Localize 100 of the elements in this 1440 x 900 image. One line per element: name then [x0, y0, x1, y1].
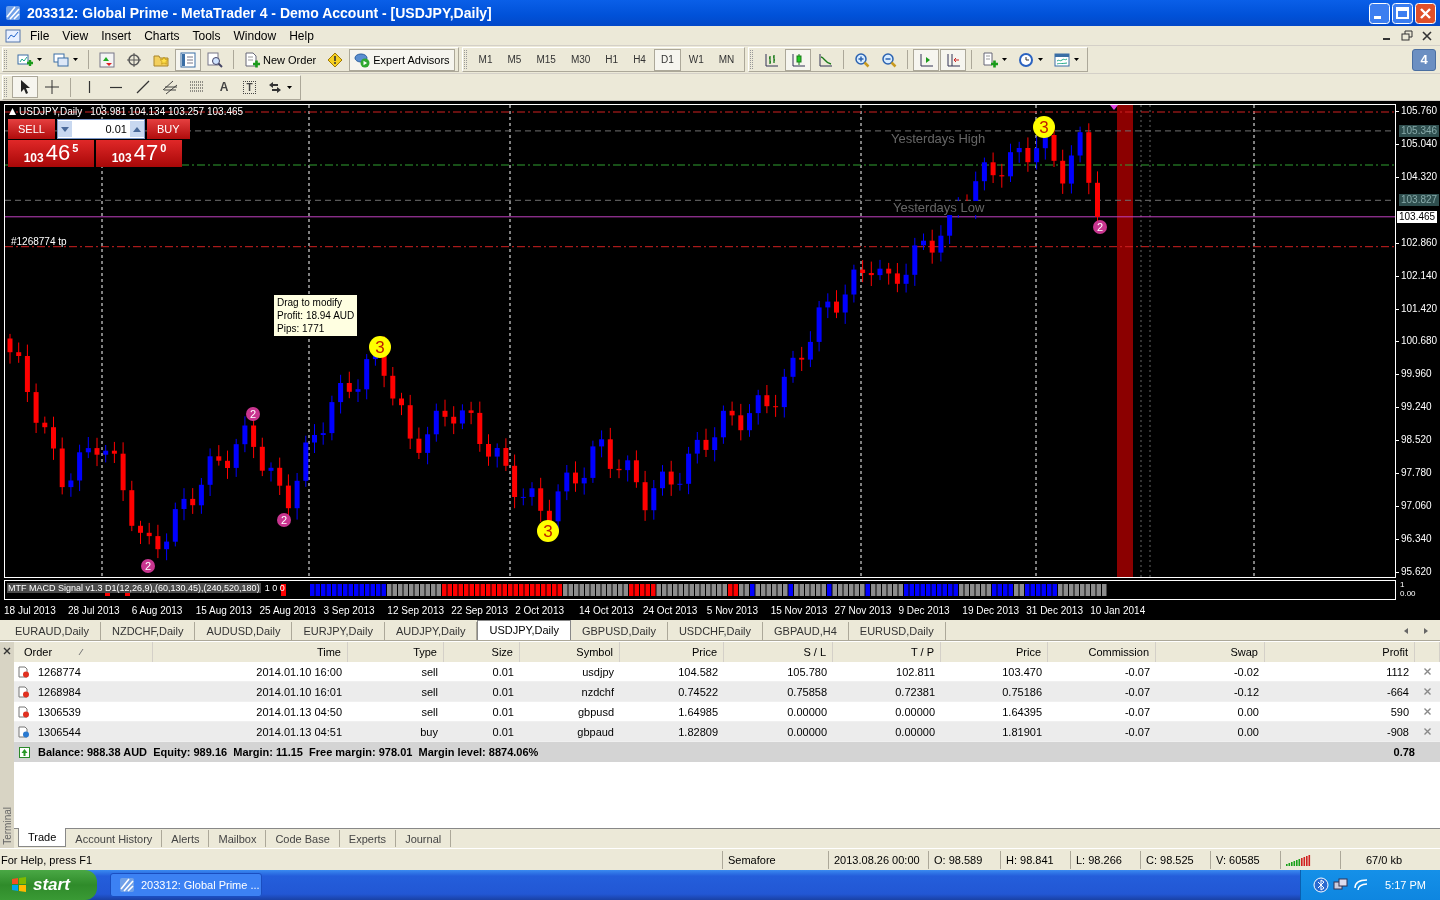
column-header[interactable]: Time [153, 642, 348, 662]
app-icon [5, 5, 21, 21]
table-cell-text: 0.00 [1236, 705, 1260, 718]
timeframe-button[interactable]: M1 [471, 48, 500, 71]
chart-tab[interactable]: USDJPY,Daily [477, 620, 571, 640]
decrease-icon[interactable] [57, 121, 72, 137]
column-header[interactable]: Commission [1048, 642, 1156, 662]
cursor-button[interactable] [12, 76, 38, 98]
date-label: 25 Aug 2013 [259, 604, 317, 616]
status-text: L: 98.266 [1070, 850, 1140, 869]
close-button[interactable] [1415, 2, 1436, 24]
chart-tab[interactable]: GBPAUD,H4 [763, 622, 849, 640]
price-tag: 103.827 [1399, 194, 1440, 206]
timeframe-button[interactable]: M30 [563, 48, 598, 71]
scroll-left-icon[interactable] [1402, 627, 1410, 635]
sell-button[interactable]: SELL [8, 119, 55, 139]
taskbar-button[interactable]: 203312: Global Prime ... [110, 873, 262, 897]
bluetooth-icon[interactable] [1313, 877, 1330, 893]
tooltip: Drag to modify Profit: 18.94 AUD Pips: 1771 [273, 294, 359, 337]
timeframe-button[interactable]: M15 [529, 48, 563, 71]
warning-icon [327, 51, 344, 68]
text-tool-button[interactable]: A [211, 76, 237, 98]
menu-item[interactable]: Window [228, 28, 285, 43]
terminal-tab[interactable]: Code Base [266, 830, 340, 847]
scroll-right-icon[interactable] [1422, 627, 1430, 635]
close-icon[interactable] [1420, 28, 1434, 43]
terminal-tab[interactable]: Trade [18, 828, 67, 847]
timeframe-button[interactable]: H1 [598, 48, 626, 71]
table-cell-text: 1.64395 [1001, 705, 1043, 718]
caret-icon [287, 85, 292, 89]
terminal-tab[interactable]: Account History [66, 830, 163, 847]
timeframe-button[interactable]: M5 [500, 48, 529, 71]
autoscroll-button[interactable] [913, 48, 940, 71]
expert-advisors-button[interactable]: Expert Advisors [349, 48, 455, 71]
timeframe-button[interactable]: W1 [681, 48, 711, 71]
terminal-tab[interactable]: Mailbox [209, 830, 267, 847]
price-line[interactable] [5, 111, 1395, 113]
date-label: 10 Jan 2014 [1090, 604, 1147, 616]
chart-tab[interactable]: USDCHF,Daily [667, 622, 764, 640]
sell-price-button[interactable]: 10346$^{5}$ [8, 140, 94, 167]
wireless-icon[interactable] [1353, 877, 1370, 893]
level-label: Yesterdays Low [893, 201, 985, 215]
timeframe-button[interactable]: H4 [626, 48, 653, 71]
buy-button[interactable]: BUY [146, 119, 190, 139]
lot-size-field[interactable]: 0.01 [56, 119, 145, 139]
menu-item[interactable]: Charts [139, 28, 188, 43]
signal-marker: 2 [141, 559, 155, 573]
terminal-tab[interactable]: Alerts [162, 830, 210, 847]
signal-marker: 2 [246, 407, 260, 421]
crosshair-icon [126, 51, 142, 68]
column-header[interactable]: S / L [724, 642, 833, 662]
column-header[interactable]: T / P [833, 642, 941, 662]
connection-bars-icon [1286, 853, 1312, 866]
channel-icon [162, 79, 178, 95]
network-icon[interactable] [1333, 877, 1350, 893]
timeframe-button[interactable]: D1 [653, 48, 681, 71]
label-tool-button[interactable]: T [238, 76, 261, 98]
column-header[interactable]: Symbol [520, 642, 620, 662]
table-row[interactable]: 1268984 2014.01.10 16:01 sell 0.01 nzdchf 0.74522 0.75858 0.72381 0.75186 -0.07 -0.12 -664 [14, 682, 1440, 702]
table-cell-text: -908 [1385, 725, 1410, 738]
terminal-tab[interactable]: Experts [339, 830, 397, 847]
document-plus-button[interactable]: New Order [239, 48, 322, 71]
start-button[interactable]: start [0, 870, 97, 900]
restore-icon[interactable] [1400, 28, 1414, 43]
buy-price-button[interactable]: 10347$^{0}$ [96, 140, 182, 167]
minimize-button[interactable] [1369, 2, 1390, 24]
chart-tab[interactable]: EURUSD,Daily [848, 622, 946, 640]
panel-button[interactable] [175, 48, 201, 71]
chart-tab[interactable]: EURJPY,Daily [292, 622, 385, 640]
column-header[interactable]: Order [24, 642, 53, 662]
chart-tab[interactable]: NZDCHF,Daily [100, 622, 196, 640]
column-header[interactable]: Type [348, 642, 444, 662]
maximize-button[interactable] [1392, 2, 1413, 24]
order-icon [18, 725, 30, 738]
column-header[interactable]: Swap [1156, 642, 1265, 662]
chart-tab[interactable]: EURAUD,Daily [4, 622, 101, 640]
timeframe-button[interactable]: MN [711, 48, 742, 71]
date-label: 15 Nov 2013 [770, 604, 829, 616]
table-row[interactable]: 1306544 2014.01.13 04:51 buy 0.01 gbpaud 1.82809 0.00000 0.00000 1.81901 -0.07 0.00 -908 [14, 722, 1440, 742]
panel-icon [180, 51, 196, 68]
column-header[interactable]: Price [620, 642, 724, 662]
market-watch-icon [99, 51, 115, 68]
menu-item[interactable]: Tools [187, 28, 229, 43]
chart-shift-button[interactable] [940, 48, 967, 71]
scale-label: 0.00 [1400, 589, 1417, 598]
column-header[interactable]: Price [941, 642, 1048, 662]
column-header[interactable]: Size [444, 642, 520, 662]
terminal-tab[interactable]: Journal [396, 830, 452, 847]
menu-item[interactable]: File [25, 28, 58, 43]
chart-tab[interactable]: AUDUSD,Daily [195, 622, 293, 640]
column-header[interactable]: Profit [1265, 642, 1415, 662]
menu-item[interactable]: Insert [96, 28, 140, 43]
close-icon[interactable] [2, 646, 12, 656]
chart-tab[interactable]: GBPUSD,Daily [570, 622, 668, 640]
table-cell-text: 0.75186 [1001, 685, 1043, 698]
increase-icon[interactable] [129, 121, 144, 137]
table-cell-text: -0.02 [1232, 665, 1260, 678]
menu-item[interactable]: Help [284, 28, 322, 43]
candlestick-button[interactable] [785, 48, 812, 71]
menu-item[interactable]: View [57, 28, 97, 43]
